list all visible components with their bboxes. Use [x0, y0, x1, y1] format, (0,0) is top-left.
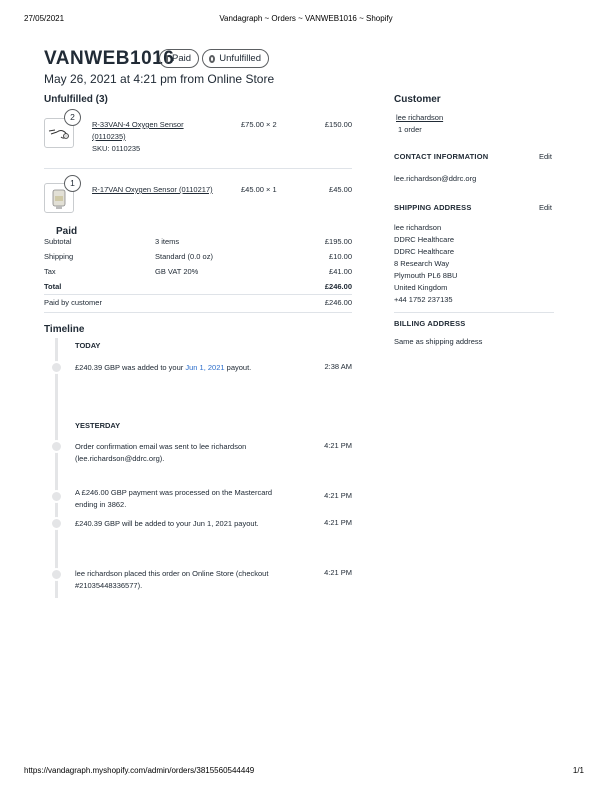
order-subtitle: May 26, 2021 at 4:21 pm from Online Stor… [44, 72, 275, 86]
shipping-address: lee richardson DDRC Healthcare DDRC Heal… [394, 222, 457, 306]
customer-name-link[interactable]: lee richardson [396, 113, 443, 122]
timeline-dot [50, 517, 63, 530]
item-name-link-continued[interactable]: (0110235) [92, 132, 126, 141]
item-total: £45.00 [329, 185, 352, 194]
summary-detail: 3 items [155, 237, 180, 246]
payout-link[interactable]: Jun 1, 2021 [185, 363, 224, 372]
divider [44, 294, 352, 295]
quantity-badge: 1 [64, 175, 81, 192]
shipping-address-line: Plymouth PL6 8BU [394, 271, 458, 280]
item-name-link[interactable]: R-33VAN-4 Oxygen Sensor [92, 120, 184, 129]
timeline-day-today: TODAY [75, 341, 101, 350]
timeline-event-time: 4:21 PM [324, 441, 352, 450]
total-row: Total £246.00 [44, 282, 352, 294]
item-sku: SKU: 0110235 [92, 144, 141, 153]
line-item: 1 R-17VAN Oxygen Sensor (0110217) £45.00… [44, 175, 352, 215]
summary-label: Subtotal [44, 237, 72, 246]
customer-heading: Customer [394, 94, 441, 105]
shipping-address-line: 8 Research Way [394, 259, 450, 268]
print-header: 27/05/2021 Vandagraph ~ Orders ~ VANWEB1… [0, 14, 612, 26]
line-item: 2 R-33VAN-4 Oxygen Sensor (0110235) SKU:… [44, 109, 352, 158]
item-name-link[interactable]: R-17VAN Oxygen Sensor (0110217) [92, 185, 213, 194]
print-url: https://vandagraph.myshopify.com/admin/o… [24, 766, 255, 775]
divider [44, 312, 352, 313]
billing-address-text: Same as shipping address [394, 337, 483, 346]
timeline-day-yesterday: YESTERDAY [75, 421, 121, 430]
shipping-address-heading: SHIPPING ADDRESS [394, 203, 472, 212]
timeline-event-text: Order confirmation email was sent to lee… [75, 442, 247, 451]
summary-detail: Standard (0.0 oz) [155, 252, 213, 261]
summary-amount: £10.00 [329, 252, 352, 261]
print-title: Vandagraph ~ Orders ~ VANWEB1016 ~ Shopi… [219, 14, 393, 23]
timeline-event-text: lee richardson placed this order on Onli… [75, 569, 269, 578]
shipping-address-line: +44 1752 237135 [394, 295, 453, 304]
timeline-dot [50, 440, 63, 453]
timeline-event-text: payout. [224, 363, 252, 372]
timeline-event-text: ending in 3862. [75, 499, 127, 509]
timeline-event-text: £240.39 GBP will be added to your Jun 1,… [75, 519, 259, 528]
summary-row: Shipping Standard (0.0 oz) £10.00 [44, 252, 352, 264]
contact-information-heading: CONTACT INFORMATION [394, 152, 489, 161]
timeline-event: lee richardson placed this order on Onli… [75, 568, 305, 591]
timeline-dot [50, 361, 63, 374]
total-label: Total [44, 282, 62, 291]
item-total: £150.00 [324, 120, 352, 129]
edit-shipping-button[interactable]: Edit [539, 203, 552, 212]
filled-dot-icon [166, 54, 168, 63]
timeline-event-time: 2:38 AM [324, 362, 352, 371]
print-footer: https://vandagraph.myshopify.com/admin/o… [0, 766, 612, 778]
summary-detail: GB VAT 20% [155, 267, 199, 276]
timeline-event-time: 4:21 PM [324, 568, 352, 577]
timeline-dot [50, 490, 63, 503]
timeline-event: Order confirmation email was sent to lee… [75, 441, 305, 464]
timeline-event-text: £240.39 GBP was added to your [75, 363, 186, 372]
timeline-heading: Timeline [44, 324, 85, 335]
item-unit-price: £45.00 × 1 [241, 185, 277, 194]
customer-email[interactable]: lee.richardson@ddrc.org [394, 173, 476, 185]
shipping-address-line: lee richardson [394, 223, 442, 232]
paid-by-customer-label: Paid by customer [44, 298, 102, 307]
timeline-event: A £246.00 GBP payment was processed on t… [75, 487, 305, 510]
timeline-event-time: 4:21 PM [324, 491, 352, 500]
paid-heading: Paid [56, 226, 78, 237]
summary-amount: £41.00 [329, 267, 352, 276]
timeline-event-text: #21035448336577). [75, 580, 143, 590]
order-number: VANWEB1016 [44, 48, 175, 69]
timeline-event-text: (lee.richardson@ddrc.org). [75, 453, 165, 463]
total-amount: £246.00 [324, 282, 352, 291]
summary-label: Tax [44, 267, 56, 276]
paid-by-customer-amount: £246.00 [324, 298, 352, 307]
shipping-address-line: DDRC Healthcare [394, 235, 455, 244]
timeline-event: £240.39 GBP was added to your Jun 1, 202… [75, 362, 305, 374]
shipping-address-line: United Kingdom [394, 283, 448, 292]
timeline-event-text: A £246.00 GBP payment was processed on t… [75, 488, 273, 497]
print-page-number: 1/1 [572, 766, 584, 775]
billing-address-heading: BILLING ADDRESS [394, 319, 466, 328]
timeline-event: £240.39 GBP will be added to your Jun 1,… [75, 518, 305, 530]
payment-status-badge: Paid [159, 49, 199, 68]
summary-row: Subtotal 3 items £195.00 [44, 237, 352, 249]
divider [44, 168, 352, 169]
summary-amount: £195.00 [324, 237, 352, 246]
timeline-event-time: 4:21 PM [324, 518, 352, 527]
summary-row: Tax GB VAT 20% £41.00 [44, 267, 352, 279]
customer-order-count: 1 order [398, 125, 422, 134]
payment-status-label: Paid [171, 53, 191, 64]
fulfillment-status-label: Unfulfilled [219, 53, 261, 64]
summary-label: Shipping [44, 252, 74, 261]
shipping-address-line: DDRC Healthcare [394, 247, 455, 256]
item-unit-price: £75.00 × 2 [241, 120, 277, 129]
unfulfilled-heading: Unfulfilled (3) [44, 94, 108, 105]
divider [394, 312, 554, 313]
timeline-dot [50, 568, 63, 581]
fulfillment-status-badge: Unfulfilled [202, 49, 269, 68]
edit-contact-button[interactable]: Edit [539, 152, 552, 161]
timeline-line [55, 338, 58, 598]
ring-dot-icon [209, 54, 216, 63]
paid-by-customer-row: Paid by customer £246.00 [44, 298, 352, 310]
quantity-badge: 2 [64, 109, 81, 126]
